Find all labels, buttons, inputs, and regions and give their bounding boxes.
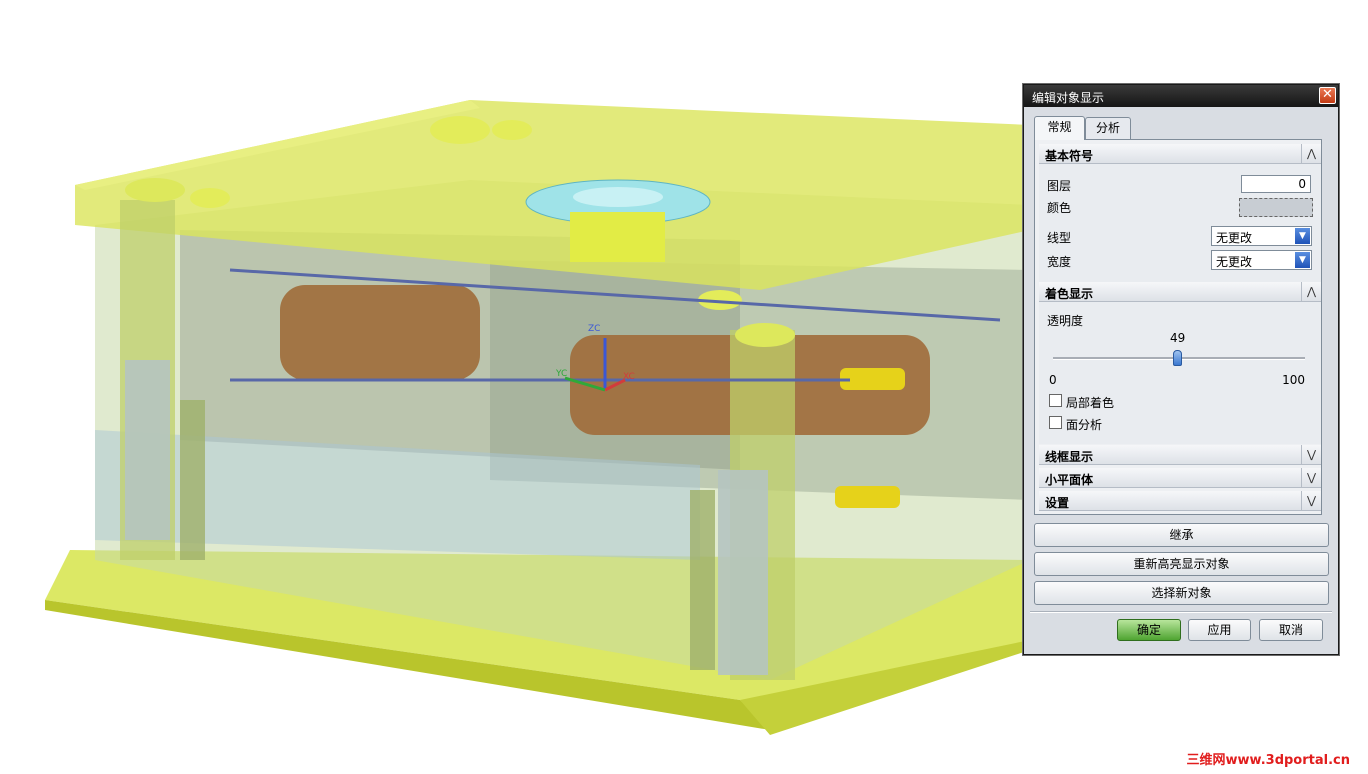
transparency-value: 49 [1170,331,1186,345]
section-header-wireframe[interactable]: 线框显示 ⋁ [1039,445,1321,465]
section-title-wireframe: 线框显示 [1045,450,1094,464]
slider-min-label: 0 [1049,373,1057,387]
width-value: 无更改 [1216,255,1253,269]
section-header-faceted-body[interactable]: 小平面体 ⋁ [1039,468,1321,488]
section-body-shading: 透明度 49 0 100 局部着色 面分析 [1039,302,1321,444]
close-button[interactable]: ✕ [1319,87,1336,104]
xc-axis-label: XC [623,372,635,382]
zc-axis-label: ZC [588,324,601,334]
partial-shading-checkbox[interactable] [1049,394,1062,407]
tab-panel-general: 基本符号 ⋀ 图层 0 颜色 线型 无更改 ▼ 宽度 无更改 ▼ 着色显示 ⋀ … [1034,139,1322,515]
section-header-settings[interactable]: 设置 ⋁ [1039,491,1321,511]
select-new-object-button[interactable]: 选择新对象 [1034,581,1329,605]
linetype-select[interactable]: 无更改 ▼ [1211,226,1312,246]
partial-shading-label: 局部着色 [1066,396,1115,410]
chevron-down-icon[interactable]: ⋁ [1301,445,1321,464]
divider [1030,611,1332,613]
tab-analysis[interactable]: 分析 [1085,117,1131,139]
linetype-value: 无更改 [1216,231,1253,245]
color-swatch[interactable] [1239,198,1313,217]
linetype-label: 线型 [1047,231,1072,245]
section-title-faceted-body: 小平面体 [1045,473,1094,487]
dialog-title: 编辑对象显示 [1032,91,1105,105]
apply-button[interactable]: 应用 [1188,619,1251,641]
watermark: 三维网www.3dportal.cn [1186,753,1350,768]
transparency-slider-thumb[interactable] [1173,350,1182,366]
chevron-down-icon[interactable]: ⋁ [1301,468,1321,487]
width-select[interactable]: 无更改 ▼ [1211,250,1312,270]
width-label: 宽度 [1047,255,1072,269]
ok-button[interactable]: 确定 [1117,619,1181,641]
chevron-down-icon[interactable]: ▼ [1295,228,1310,244]
chevron-up-icon[interactable]: ⋀ [1301,144,1321,163]
layer-label: 图层 [1047,179,1072,193]
section-header-basic-symbol[interactable]: 基本符号 ⋀ [1039,144,1321,164]
color-label: 颜色 [1047,201,1072,215]
cancel-button[interactable]: 取消 [1259,619,1323,641]
section-header-shading[interactable]: 着色显示 ⋀ [1039,282,1321,302]
slider-max-label: 100 [1282,373,1305,387]
section-body-basic-symbol: 图层 0 颜色 线型 无更改 ▼ 宽度 无更改 ▼ [1039,164,1321,282]
face-analysis-checkbox[interactable] [1049,416,1062,429]
close-icon: ✕ [1322,87,1333,102]
edit-object-display-dialog: 编辑对象显示 ✕ 常规 分析 基本符号 ⋀ 图层 0 颜色 线型 无更改 ▼ 宽… [1023,84,1339,655]
chevron-up-icon[interactable]: ⋀ [1301,282,1321,301]
section-title-settings: 设置 [1045,496,1070,510]
chevron-down-icon[interactable]: ⋁ [1301,491,1321,510]
face-analysis-label: 面分析 [1066,418,1103,432]
section-title-basic-symbol: 基本符号 [1045,149,1094,163]
tab-general[interactable]: 常规 [1034,116,1085,140]
section-title-shading: 着色显示 [1045,287,1094,301]
layer-input[interactable]: 0 [1241,175,1311,193]
chevron-down-icon[interactable]: ▼ [1295,252,1310,268]
rehighlight-objects-button[interactable]: 重新高亮显示对象 [1034,552,1329,576]
yc-axis-label: YC [556,369,568,379]
dialog-titlebar[interactable]: 编辑对象显示 ✕ [1024,85,1338,107]
transparency-label: 透明度 [1047,314,1084,328]
inherit-button[interactable]: 继承 [1034,523,1329,547]
